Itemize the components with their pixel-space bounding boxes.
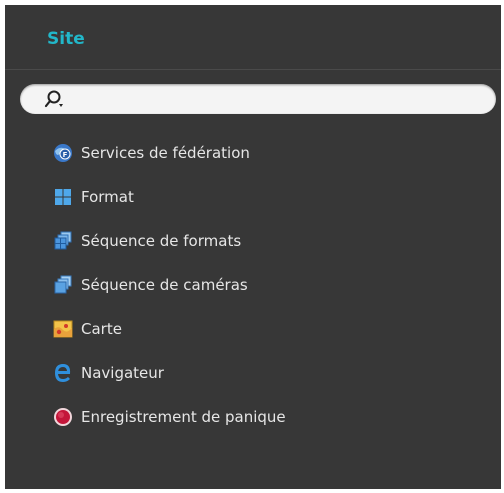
item-browser[interactable]: Navigateur [53, 360, 164, 386]
item-label: Services de fédération [81, 144, 250, 162]
federation-icon: F [53, 143, 73, 163]
search-box[interactable] [20, 84, 496, 114]
search-icon[interactable] [44, 89, 66, 109]
item-format-sequence[interactable]: Séquence de formats [53, 228, 241, 254]
item-label: Séquence de caméras [81, 276, 248, 294]
item-label: Enregistrement de panique [81, 408, 286, 426]
panel-title: Site [47, 29, 85, 49]
item-camera-sequence[interactable]: Séquence de caméras [53, 272, 248, 298]
item-label: Navigateur [81, 364, 164, 382]
browser-icon [53, 363, 73, 383]
panic-record-icon [53, 407, 73, 427]
layout-sequence-icon [53, 231, 73, 251]
search-input[interactable] [70, 88, 484, 112]
svg-text:F: F [63, 151, 68, 159]
item-label: Format [81, 188, 134, 206]
layout-grid-icon [53, 187, 73, 207]
panel-header: Site [5, 5, 501, 70]
site-panel: Site F Services de fédération Format Séq… [5, 5, 501, 489]
item-panic-recording[interactable]: Enregistrement de panique [53, 404, 286, 430]
item-label: Carte [81, 320, 122, 338]
item-format[interactable]: Format [53, 184, 134, 210]
camera-sequence-icon [53, 275, 73, 295]
item-federation-services[interactable]: F Services de fédération [53, 140, 250, 166]
item-map[interactable]: Carte [53, 316, 122, 342]
map-icon [53, 319, 73, 339]
item-label: Séquence de formats [81, 232, 242, 250]
